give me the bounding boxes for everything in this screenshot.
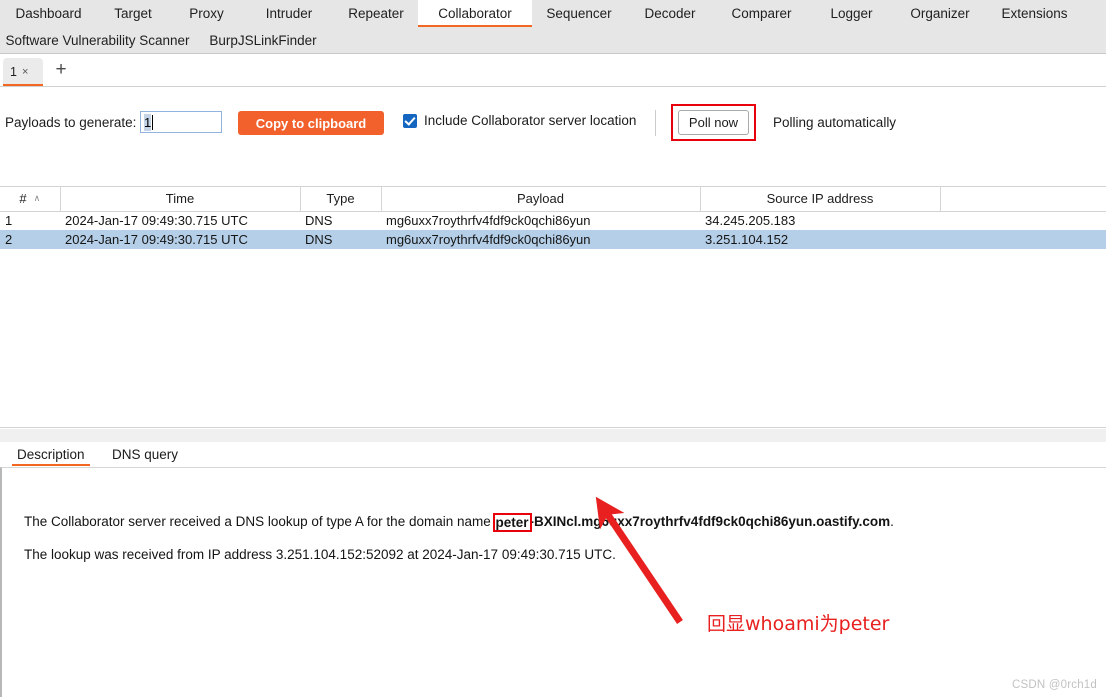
tab-organizer-label: Organizer	[910, 6, 970, 21]
tab-description-label: Description	[17, 446, 85, 462]
cell-payload: mg6uxx7roythrfv4fdf9ck0qchi86yun	[386, 213, 591, 229]
burp-collaborator-window: Dashboard Target Proxy Intruder Repeater…	[0, 0, 1106, 697]
close-icon[interactable]: ×	[22, 66, 28, 78]
cell-time: 2024-Jan-17 09:49:30.715 UTC	[60, 230, 300, 249]
description-line-source: The lookup was received from IP address …	[24, 547, 616, 562]
tab-comparer-label: Comparer	[731, 6, 792, 21]
tab-logger-label: Logger	[830, 6, 873, 21]
cell-type: DNS	[305, 213, 333, 229]
tab-burpjslinkfinder-label: BurpJSLinkFinder	[209, 33, 317, 48]
cell-source-ip: 34.245.205.183	[705, 213, 796, 229]
description-prefix-text: The Collaborator server received a DNS l…	[24, 514, 495, 529]
cell-extra	[940, 211, 1106, 230]
tab-extensions[interactable]: Extensions	[986, 0, 1083, 27]
main-tab-bar: Dashboard Target Proxy Intruder Repeater…	[0, 0, 1106, 54]
table-row[interactable]: 2 2024-Jan-17 09:49:30.715 UTC DNS mg6ux…	[0, 230, 1106, 249]
tab-burpjslinkfinder[interactable]: BurpJSLinkFinder	[195, 27, 331, 54]
interactions-table-header: # ∧ Time Type Payload Source IP address	[0, 187, 1106, 212]
tab-software-vulnerability-scanner-label: Software Vulnerability Scanner	[5, 33, 190, 48]
tab-target-label: Target	[114, 6, 152, 21]
annotation-label: 回显whoami为peter	[707, 613, 890, 635]
tab-sequencer-label: Sequencer	[546, 6, 612, 21]
panel-splitter[interactable]	[0, 429, 1106, 442]
table-row[interactable]: 1 2024-Jan-17 09:49:30.715 UTC DNS mg6ux…	[0, 211, 1106, 230]
cell-number: 1	[5, 213, 13, 229]
tab-dashboard[interactable]: Dashboard	[0, 0, 97, 27]
tab-dns-query-label: DNS query	[112, 446, 179, 462]
column-header-source-ip[interactable]: Source IP address	[700, 187, 941, 212]
tab-logger[interactable]: Logger	[809, 0, 894, 27]
tab-collaborator[interactable]: Collaborator	[418, 0, 532, 27]
cell-payload: mg6uxx7roythrfv4fdf9ck0qchi86yun	[381, 230, 700, 249]
payloads-to-generate-input[interactable]	[140, 111, 222, 133]
tab-decoder[interactable]: Decoder	[626, 0, 714, 27]
toolbar-divider	[655, 110, 656, 136]
column-header-time[interactable]: Time	[60, 187, 301, 212]
cell-extra	[940, 230, 1106, 249]
tab-decoder-label: Decoder	[644, 6, 696, 21]
payloads-to-generate-label: Payloads to generate:	[5, 115, 137, 130]
sort-ascending-icon: ∧	[33, 193, 41, 204]
tab-software-vulnerability-scanner[interactable]: Software Vulnerability Scanner	[0, 27, 195, 54]
description-suffix-text: .	[890, 514, 894, 529]
tab-dns-query[interactable]: DNS query	[107, 442, 183, 466]
tab-repeater[interactable]: Repeater	[334, 0, 418, 27]
tab-collaborator-label: Collaborator	[438, 6, 512, 21]
column-header-number-label: #	[19, 191, 27, 207]
table-header-row: # ∧ Time Type Payload Source IP address	[0, 187, 1106, 212]
watermark: CSDN @0rch1d	[1011, 679, 1097, 691]
domain-remainder: -BXINcl.mg6uxx7roythrfv4fdf9ck0qchi86yun…	[529, 514, 891, 529]
tab-sequencer[interactable]: Sequencer	[532, 0, 626, 27]
session-tab-1[interactable]: 1 ×	[3, 58, 43, 86]
highlighted-username: peter	[492, 513, 532, 532]
tab-repeater-label: Repeater	[348, 6, 404, 21]
detail-tab-bar: Description DNS query	[0, 442, 1106, 466]
tab-intruder-label: Intruder	[265, 6, 313, 21]
column-header-number[interactable]: # ∧	[0, 187, 61, 212]
poll-now-button[interactable]: Poll now	[678, 110, 749, 135]
tab-comparer[interactable]: Comparer	[714, 0, 809, 27]
tab-dashboard-label: Dashboard	[15, 6, 82, 21]
add-session-tab-button[interactable]: +	[51, 60, 71, 81]
session-tab-1-label: 1	[10, 65, 17, 79]
checkmark-icon[interactable]	[403, 113, 417, 128]
column-header-type[interactable]: Type	[300, 187, 382, 212]
description-line-domain: The Collaborator server received a DNS l…	[24, 512, 894, 532]
cell-type: DNS	[300, 230, 381, 249]
tab-proxy-label: Proxy	[189, 6, 224, 21]
cell-number: 2	[0, 230, 60, 249]
tab-intruder[interactable]: Intruder	[244, 0, 334, 27]
detail-body: The Collaborator server received a DNS l…	[0, 467, 1106, 697]
main-tab-row-primary: Dashboard Target Proxy Intruder Repeater…	[0, 0, 1106, 27]
collaborator-interactions-table-panel[interactable]: # ∧ Time Type Payload Source IP address …	[0, 186, 1106, 428]
column-header-extra[interactable]	[940, 187, 1106, 212]
interactions-table-body: 1 2024-Jan-17 09:49:30.715 UTC DNS mg6ux…	[0, 211, 1106, 249]
cell-time: 2024-Jan-17 09:49:30.715 UTC	[65, 213, 248, 229]
include-server-location-checkbox-group[interactable]: Include Collaborator server location	[403, 113, 636, 128]
cell-source-ip: 3.251.104.152	[700, 230, 940, 249]
tab-extensions-label: Extensions	[1001, 6, 1068, 21]
include-server-location-label: Include Collaborator server location	[424, 113, 637, 128]
interaction-detail-panel: Description DNS query The Collaborator s…	[0, 442, 1106, 697]
collaborator-session-tab-bar: 1 × +	[0, 54, 1106, 87]
main-tab-row-extensions: Software Vulnerability Scanner BurpJSLin…	[0, 27, 1106, 54]
tab-description[interactable]: Description	[12, 442, 90, 466]
column-header-payload[interactable]: Payload	[381, 187, 701, 212]
tab-proxy[interactable]: Proxy	[169, 0, 244, 27]
polling-status-label: Polling automatically	[773, 115, 897, 130]
tab-target[interactable]: Target	[97, 0, 169, 27]
interactions-table: # ∧ Time Type Payload Source IP address …	[0, 187, 1106, 249]
copy-to-clipboard-button[interactable]: Copy to clipboard	[238, 111, 384, 135]
tab-organizer[interactable]: Organizer	[894, 0, 986, 27]
